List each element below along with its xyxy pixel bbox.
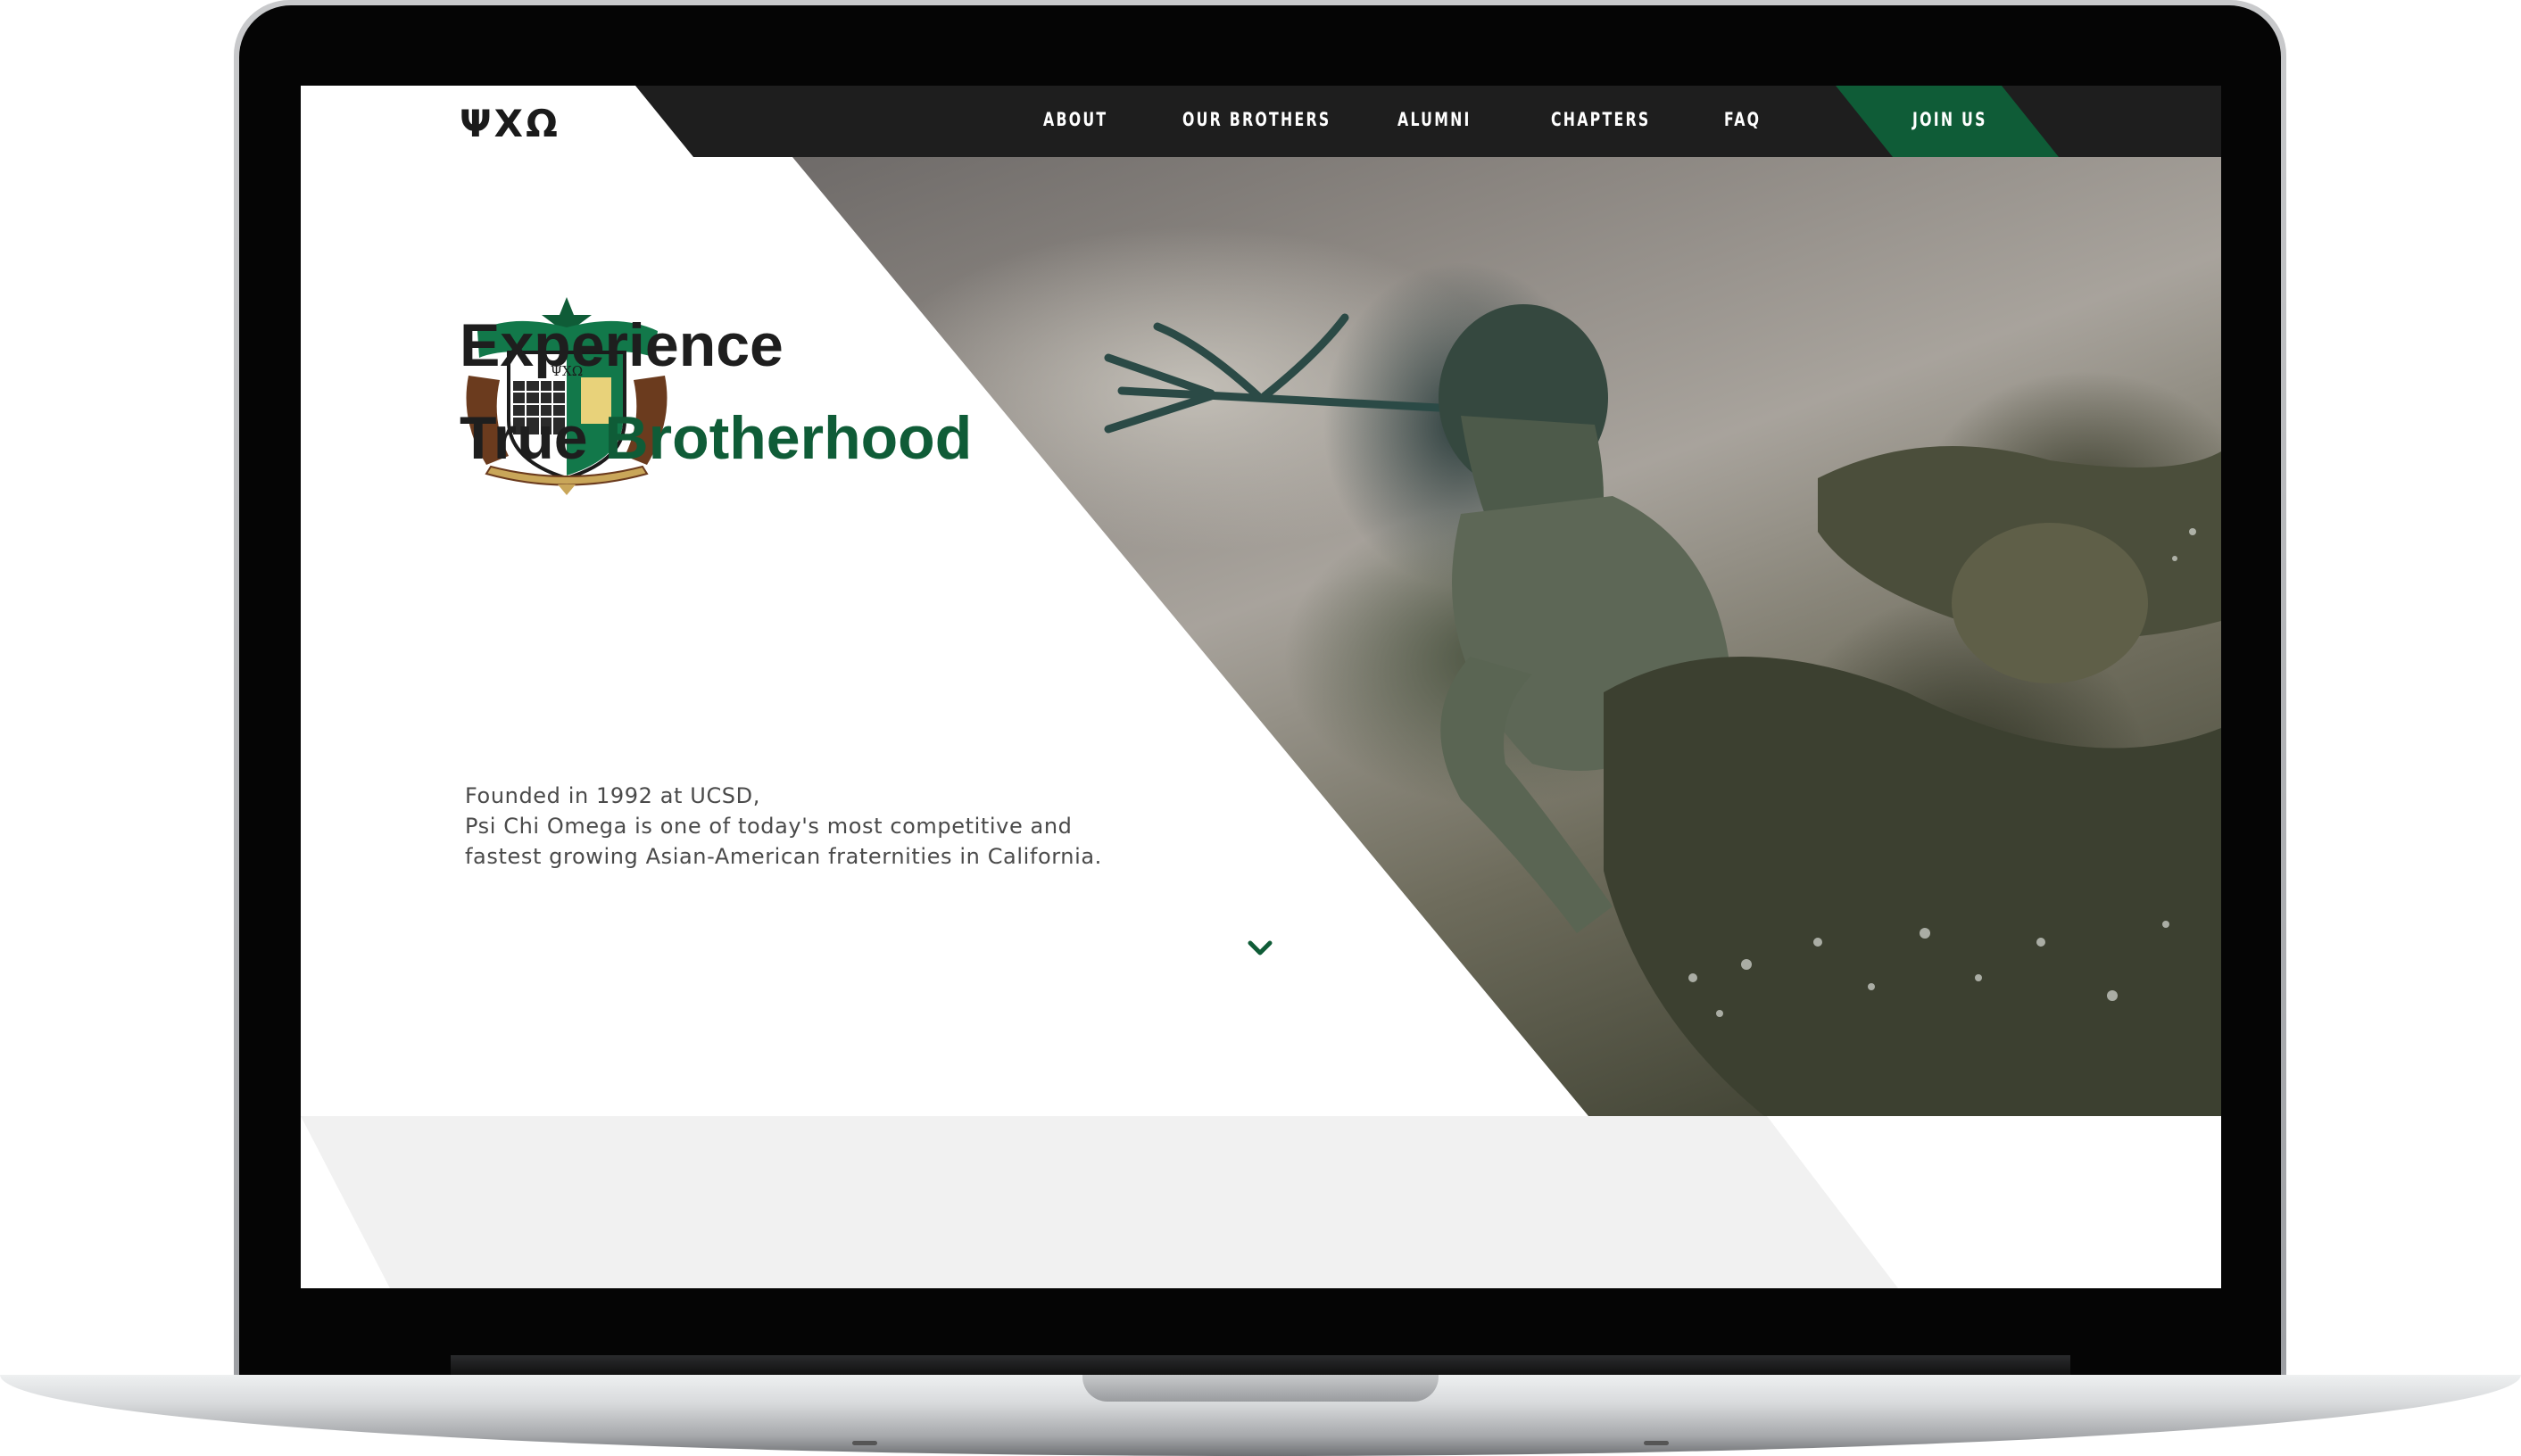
statue-child-figure	[1952, 523, 2148, 683]
description-line: Psi Chi Omega is one of today's most com…	[465, 814, 1073, 839]
next-section-background	[301, 1116, 1898, 1288]
website-screen: ΨΧΩ ABOUT OUR BROTHERS ALUMNI CHAPTERS F…	[301, 86, 2221, 1288]
laptop-opening-notch	[1082, 1375, 1439, 1402]
nav-item-chapters[interactable]: CHAPTERS	[1551, 109, 1650, 130]
hero-description: Founded in 1992 at UCSD, Psi Chi Omega i…	[465, 781, 1102, 872]
top-navbar: ΨΧΩ ABOUT OUR BROTHERS ALUMNI CHAPTERS F…	[301, 86, 2221, 157]
nav-item-our-brothers[interactable]: OUR BROTHERS	[1182, 109, 1331, 130]
hero-headline-line1: Experience	[460, 310, 784, 380]
nav-item-alumni[interactable]: ALUMNI	[1397, 109, 1472, 130]
laptop-foot	[852, 1441, 877, 1445]
chevron-down-icon[interactable]	[1247, 939, 1273, 958]
laptop-foot	[1644, 1441, 1669, 1445]
nav-item-faq[interactable]: FAQ	[1724, 109, 1761, 130]
join-us-button-label[interactable]: JOIN US	[1912, 109, 1987, 130]
description-line: fastest growing Asian-American fraternit…	[465, 844, 1102, 869]
nav-item-about[interactable]: ABOUT	[1043, 109, 1107, 130]
headline-text: Experience	[460, 311, 784, 379]
laptop-hinge	[451, 1355, 2070, 1375]
headline-text: True	[460, 404, 588, 472]
description-line: Founded in 1992 at UCSD,	[465, 783, 760, 808]
headline-accent-text: Brotherhood	[604, 404, 973, 472]
statue-base	[1604, 657, 2221, 1116]
hero-headline-line2: True Brotherhood	[460, 403, 972, 473]
brand-logo[interactable]: ΨΧΩ	[460, 102, 560, 145]
